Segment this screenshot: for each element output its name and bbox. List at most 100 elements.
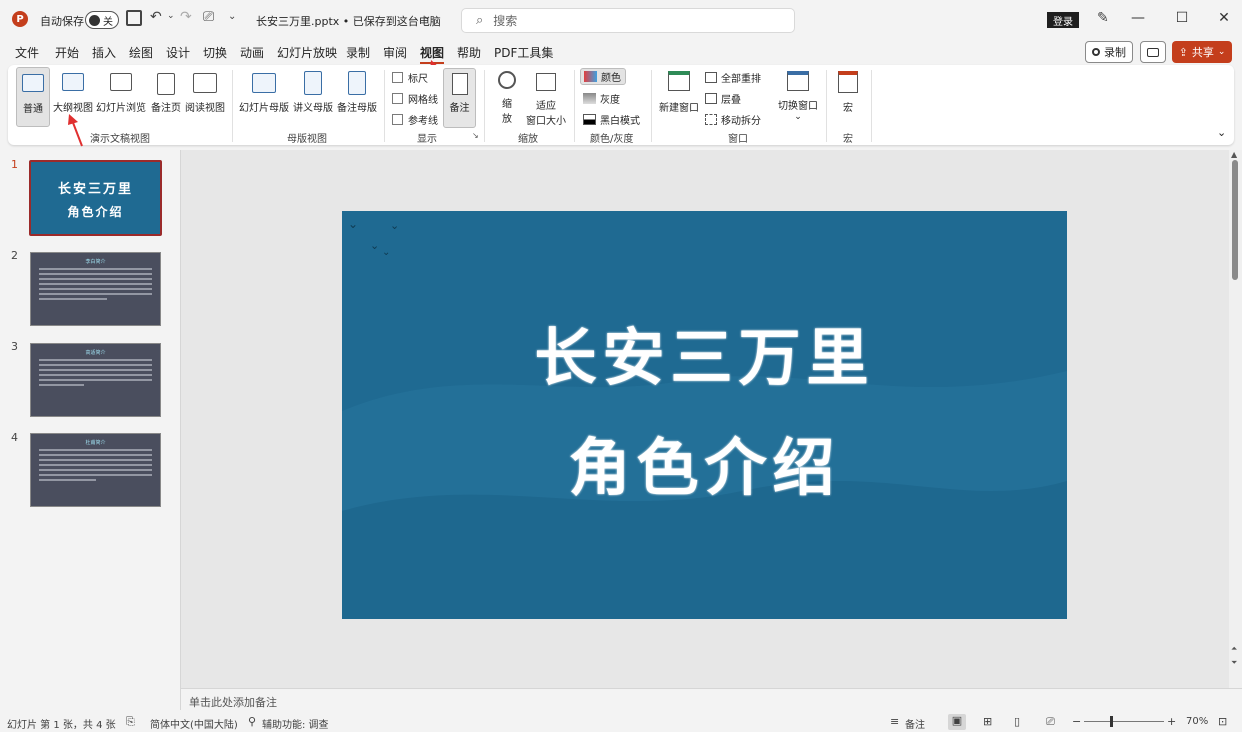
tab-animations[interactable]: 动画 — [240, 44, 264, 61]
accessibility-icon: ⚲ — [248, 715, 257, 728]
accessibility-status[interactable]: 辅助功能: 调查 — [262, 716, 329, 731]
ribbon-collapse-chevron-icon[interactable]: ⌄ — [1217, 126, 1226, 139]
reading-view-status-icon[interactable]: ▯ — [1014, 715, 1020, 728]
fit-slide-to-window-icon[interactable]: ⊡ — [1218, 715, 1227, 728]
grayscale-button[interactable]: 灰度 — [583, 91, 620, 106]
ruler-checkbox[interactable]: 标尺 — [392, 70, 428, 85]
slide-thumbnail-4[interactable]: 杜甫简介 — [30, 433, 161, 507]
tab-home[interactable]: 开始 — [55, 44, 79, 61]
macros-label: 宏 — [843, 103, 853, 114]
slide-info[interactable]: 幻灯片 第 1 张，共 4 张 — [7, 716, 116, 731]
new-window-button[interactable]: 新建窗口 — [657, 67, 701, 127]
macros-button[interactable]: 宏 — [834, 67, 862, 127]
color-label: 颜色 — [601, 73, 621, 84]
guides-check-box — [392, 114, 403, 125]
maximize-icon[interactable]: ☐ — [1172, 10, 1192, 26]
search-placeholder: 搜索 — [493, 14, 518, 28]
slide-sorter-button[interactable]: 幻灯片浏览 — [96, 67, 146, 127]
comments-button[interactable] — [1140, 41, 1166, 63]
tab-review[interactable]: 审阅 — [383, 44, 407, 61]
guides-checkbox[interactable]: 参考线 — [392, 112, 438, 127]
slide-thumbnail-1[interactable]: 长安三万里 角色介绍 — [29, 160, 162, 236]
slideshow-status-icon[interactable]: ⎚ — [1046, 715, 1055, 729]
tab-design[interactable]: 设计 — [166, 44, 190, 61]
normal-view-button[interactable]: 普通 — [16, 67, 50, 127]
autosave-toggle[interactable]: 关 — [85, 11, 119, 29]
share-button[interactable]: ⇪ 共享 ⌄ — [1172, 41, 1232, 63]
tab-transitions[interactable]: 切换 — [203, 44, 227, 61]
slide-canvas[interactable]: ⌄ ⌄ ⌄ ⌄ 长安三万里 角色介绍 — [342, 211, 1067, 619]
notes-toggle-button[interactable]: 备注 — [443, 68, 476, 128]
undo-dropdown-icon[interactable]: ⌄ — [167, 11, 175, 21]
normal-view-label: 普通 — [23, 104, 43, 115]
color-button[interactable]: 颜色 — [580, 68, 626, 85]
tab-pdf-tools[interactable]: PDF工具集 — [494, 44, 553, 61]
cascade-button[interactable]: 层叠 — [705, 91, 741, 106]
close-icon[interactable]: ✕ — [1214, 10, 1234, 26]
status-bar: 幻灯片 第 1 张，共 4 张 ⎘ 简体中文(中国大陆) ⚲ 辅助功能: 调查 … — [0, 712, 1242, 732]
handout-master-button[interactable]: 讲义母版 — [292, 67, 334, 127]
spellcheck-icon[interactable]: ⎘ — [126, 715, 135, 729]
zoom-out-icon[interactable]: − — [1072, 715, 1081, 728]
normal-view-status-icon[interactable]: ▣ — [948, 714, 966, 730]
slide-thumbnail-2[interactable]: 李白简介 — [30, 252, 161, 326]
slide-title-line-2[interactable]: 角色介绍 — [342, 417, 1067, 507]
ruler-check-box — [392, 72, 403, 83]
file-title[interactable]: 长安三万里.pptx • 已保存到这台电脑 — [256, 13, 441, 29]
slide-thumbnail-3[interactable]: 高适简介 — [30, 343, 161, 417]
fit-to-window-button[interactable]: 适应 窗口大小 — [524, 67, 568, 127]
macros-icon — [838, 71, 858, 93]
customize-toolbar-icon[interactable]: ⌄ — [228, 11, 236, 22]
zoom-slider-thumb[interactable] — [1110, 716, 1113, 727]
scroll-up-icon[interactable]: ▲ — [1231, 150, 1237, 159]
tab-slideshow[interactable]: 幻灯片放映 — [277, 44, 337, 61]
notes-status-button[interactable]: 备注 — [905, 716, 925, 731]
tab-draw[interactable]: 绘图 — [129, 44, 153, 61]
save-icon[interactable] — [126, 10, 142, 26]
black-white-swatch-icon — [583, 114, 596, 125]
tab-help[interactable]: 帮助 — [457, 44, 481, 61]
gridlines-label: 网格线 — [408, 95, 438, 106]
black-white-button[interactable]: 黑白模式 — [583, 112, 640, 127]
notes-master-button[interactable]: 备注母版 — [336, 67, 378, 127]
notes-toggle-label: 备注 — [449, 103, 470, 114]
scrollbar-thumb[interactable] — [1232, 160, 1238, 280]
show-dialog-launcher-icon[interactable]: ↘ — [472, 131, 479, 140]
language-indicator[interactable]: 简体中文(中国大陆) — [150, 716, 238, 731]
group-label-master-views: 母版视图 — [287, 134, 327, 145]
tab-record[interactable]: 录制 — [346, 44, 370, 61]
zoom-button[interactable]: 缩 放 — [492, 67, 522, 127]
zoom-level[interactable]: 70% — [1186, 716, 1208, 727]
zoom-in-icon[interactable]: + — [1167, 715, 1176, 728]
outline-view-icon — [62, 73, 84, 91]
new-window-icon — [668, 71, 690, 91]
zoom-slider[interactable] — [1084, 721, 1164, 722]
slide-title-line-1[interactable]: 长安三万里 — [342, 307, 1067, 397]
undo-icon[interactable]: ↶ — [150, 9, 162, 25]
present-from-start-icon[interactable]: ⎚ — [203, 9, 214, 25]
record-button[interactable]: 录制 — [1085, 41, 1133, 63]
reading-view-button[interactable]: 阅读视图 — [184, 67, 226, 127]
switch-windows-button[interactable]: 切换窗口 ⌄ — [776, 67, 820, 127]
vertical-scrollbar[interactable]: ▲ ⏶ ⏷ — [1229, 150, 1242, 688]
move-split-button[interactable]: 移动拆分 — [705, 112, 761, 127]
login-button[interactable]: 登录 — [1047, 12, 1079, 28]
previous-slide-icon[interactable]: ⏶ — [1231, 644, 1237, 654]
tab-insert[interactable]: 插入 — [92, 44, 116, 61]
next-slide-icon[interactable]: ⏷ — [1231, 658, 1237, 668]
tab-file[interactable]: 文件 — [15, 44, 39, 61]
redo-icon[interactable]: ↷ — [180, 9, 192, 25]
notes-pane[interactable]: 单击此处添加备注 — [181, 688, 1242, 712]
bird-icon: ⌄ — [348, 217, 359, 231]
gridlines-checkbox[interactable]: 网格线 — [392, 91, 438, 106]
ribbon-separator — [574, 70, 575, 142]
group-label-zoom: 缩放 — [518, 134, 538, 145]
slide-sorter-status-icon[interactable]: ⊞ — [983, 715, 992, 728]
file-title-chevron-icon[interactable]: ⌄ — [423, 11, 431, 22]
minimize-icon[interactable]: — — [1128, 10, 1148, 26]
notes-page-button[interactable]: 备注页 — [148, 67, 184, 127]
arrange-all-button[interactable]: 全部重排 — [705, 70, 761, 85]
search-box[interactable]: ⌕ 搜索 — [461, 8, 795, 33]
slide-master-button[interactable]: 幻灯片母版 — [238, 67, 290, 127]
designer-pen-icon[interactable]: ✎ — [1097, 10, 1109, 26]
